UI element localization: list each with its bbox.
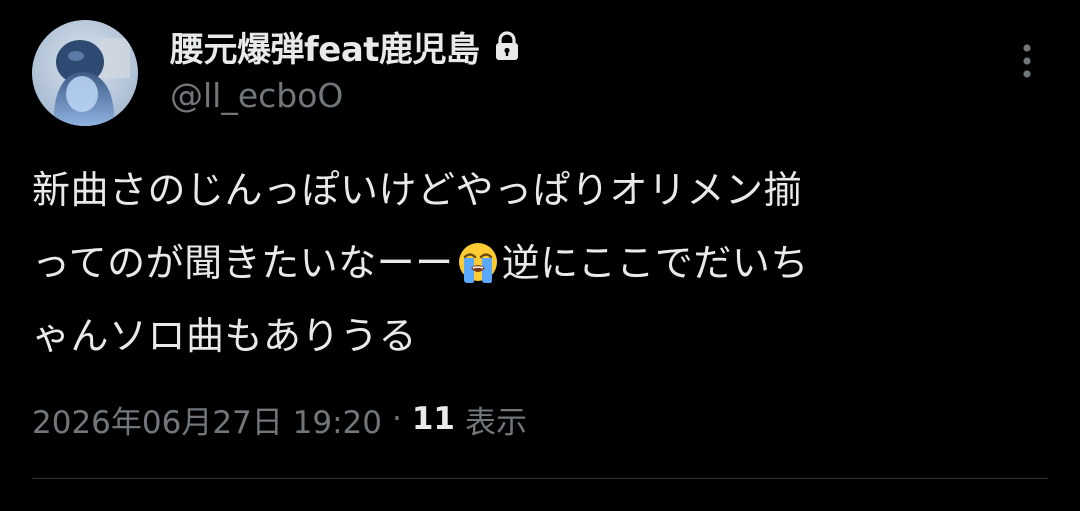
views-count[interactable]: 11 [412, 401, 455, 437]
author-display-name[interactable]: 腰元爆弾feat鹿児島 [170, 22, 480, 71]
views-label: 表示 [464, 404, 527, 441]
author-name-row: 腰元爆弾feat鹿児島 [170, 22, 520, 71]
more-options-button[interactable] [1006, 38, 1048, 84]
tweet-text-segment: ってのが聞きたいなーー [32, 241, 454, 285]
tweet: 腰元爆弾feat鹿児島 @ll_ecboO 新曲さのじんっぽいけどやっぱりオリメ… [0, 0, 1080, 511]
tweet-text-line: ってのが聞きたいなーー 逆にここでだいち [32, 227, 1052, 300]
avatar[interactable] [32, 20, 138, 126]
lock-icon [494, 31, 520, 61]
tweet-text-line: ゃんソロ曲もありうる [32, 314, 418, 358]
meta-separator: · [391, 401, 402, 437]
tweet-text-line: 新曲さのじんっぽいけどやっぱりオリメン揃 [32, 168, 803, 212]
tweet-text: 新曲さのじんっぽいけどやっぱりオリメン揃 ってのが聞きたいなーー 逆にここでだい… [32, 154, 1052, 373]
author-handle[interactable]: @ll_ecboO [170, 76, 343, 115]
divider [32, 478, 1048, 479]
tweet-text-segment: 逆にここでだいち [501, 241, 809, 285]
tweet-meta: 2026年06月27日 19:20 · 11 表示 [32, 393, 527, 445]
avatar-image [32, 20, 138, 126]
more-vertical-icon [1023, 44, 1031, 78]
tweet-timestamp[interactable]: 2026年06月27日 19:20 [32, 397, 382, 442]
loudly-crying-face-icon [456, 235, 500, 283]
